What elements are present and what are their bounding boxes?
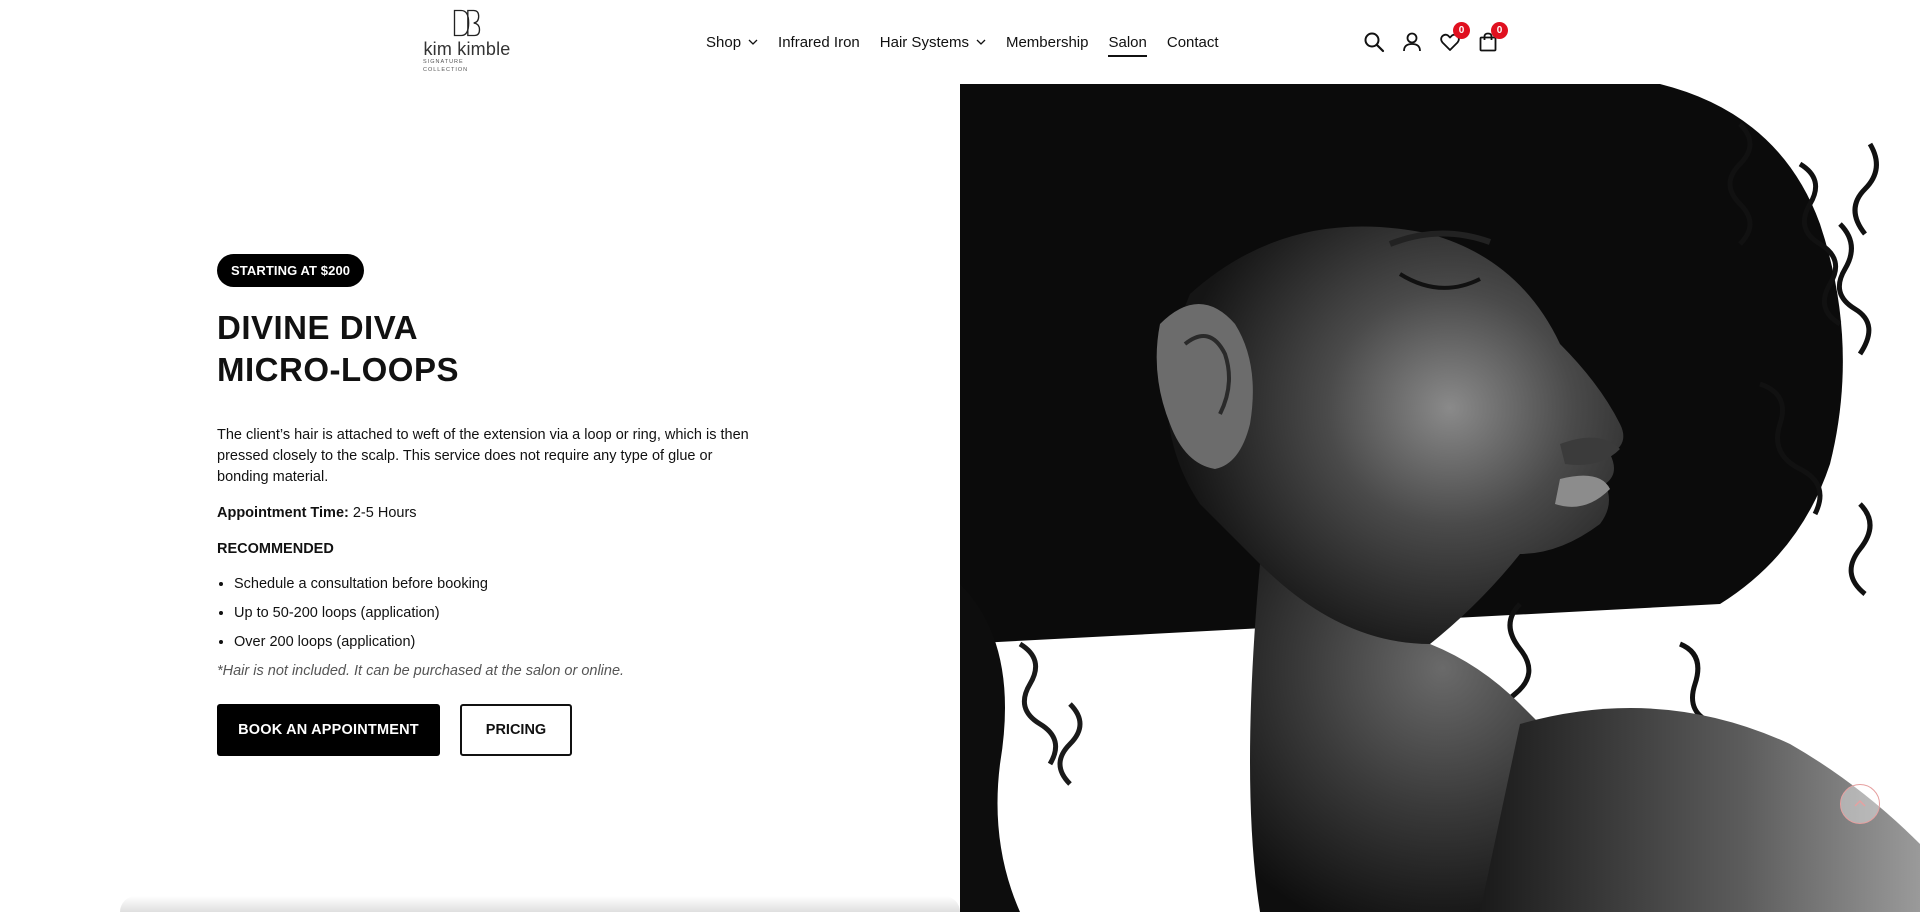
brand-logo[interactable]: kim kimble SIGNATURE COLLECTION: [423, 8, 511, 74]
nav-item-infrared-iron[interactable]: Infrared Iron: [778, 30, 860, 54]
page-bottom-shadow: [120, 896, 960, 912]
appointment-value: 2-5 Hours: [348, 505, 417, 521]
nav-item-label: Shop: [706, 33, 742, 51]
list-item: Over 200 loops (application): [234, 632, 757, 653]
chevron-down-icon: [976, 37, 986, 47]
nav-item-label: Salon: [1108, 33, 1147, 51]
nav-item-label: Infrared Iron: [778, 33, 860, 51]
wishlist-count-badge: 0: [1453, 22, 1470, 39]
nav-item-contact[interactable]: Contact: [1167, 30, 1219, 54]
service-title-line2: MICRO-LOOPS: [217, 351, 459, 388]
recommended-heading: RECOMMENDED: [217, 541, 334, 557]
header-actions: 0 0: [1360, 22, 1512, 56]
list-item: Up to 50-200 loops (application): [234, 603, 757, 624]
hair-note: *Hair is not included. It can be purchas…: [217, 663, 625, 679]
user-icon: [1403, 32, 1421, 52]
nav-item-hair-systems[interactable]: Hair Systems: [880, 30, 986, 54]
logo-subtext: SIGNATURE COLLECTION: [423, 59, 469, 73]
nav-item-salon[interactable]: Salon: [1108, 30, 1148, 57]
main-nav: Shop Infrared Iron Hair Systems Membersh…: [706, 30, 1239, 57]
site-header: kim kimble SIGNATURE COLLECTION Shop Inf…: [0, 0, 1920, 84]
nav-item-label: Contact: [1166, 33, 1219, 51]
chevron-down-icon: [748, 37, 758, 47]
pricing-button[interactable]: PRICING: [460, 704, 572, 756]
logo-monogram-icon: [453, 9, 481, 37]
scroll-to-top-button[interactable]: [1840, 784, 1880, 824]
search-button[interactable]: [1360, 28, 1388, 56]
nav-item-membership[interactable]: Membership: [1006, 30, 1089, 54]
list-item: Schedule a consultation before booking: [234, 574, 757, 595]
nav-item-shop[interactable]: Shop: [706, 30, 758, 54]
action-buttons: BOOK AN APPOINTMENT PRICING: [217, 704, 757, 756]
service-details: STARTING AT $200 DIVINE DIVA MICRO-LOOPS…: [217, 254, 757, 756]
appointment-time: Appointment Time: 2-5 Hours: [217, 503, 757, 524]
service-title-line1: DIVINE DIVA: [217, 309, 419, 346]
cart-count-badge: 0: [1491, 22, 1508, 39]
nav-item-label: Hair Systems: [879, 33, 969, 51]
search-icon: [1364, 32, 1385, 53]
cart-button[interactable]: 0: [1474, 22, 1508, 56]
nav-item-label: Membership: [1005, 33, 1089, 51]
hero-portrait-image: [960, 84, 1920, 912]
appointment-label: Appointment Time:: [217, 505, 349, 521]
account-button[interactable]: [1398, 28, 1426, 56]
logo-wordmark: kim kimble: [423, 39, 511, 59]
recommended-list: Schedule a consultation before booking U…: [217, 574, 757, 653]
portrait-illustration: [960, 84, 1920, 912]
chevron-up-icon: [1854, 799, 1866, 807]
wishlist-button[interactable]: 0: [1436, 22, 1470, 56]
service-title: DIVINE DIVA MICRO-LOOPS: [217, 307, 757, 391]
price-badge: STARTING AT $200: [217, 254, 365, 287]
book-appointment-button[interactable]: BOOK AN APPOINTMENT: [217, 704, 440, 756]
service-description: The client’s hair is attached to weft of…: [217, 427, 749, 485]
